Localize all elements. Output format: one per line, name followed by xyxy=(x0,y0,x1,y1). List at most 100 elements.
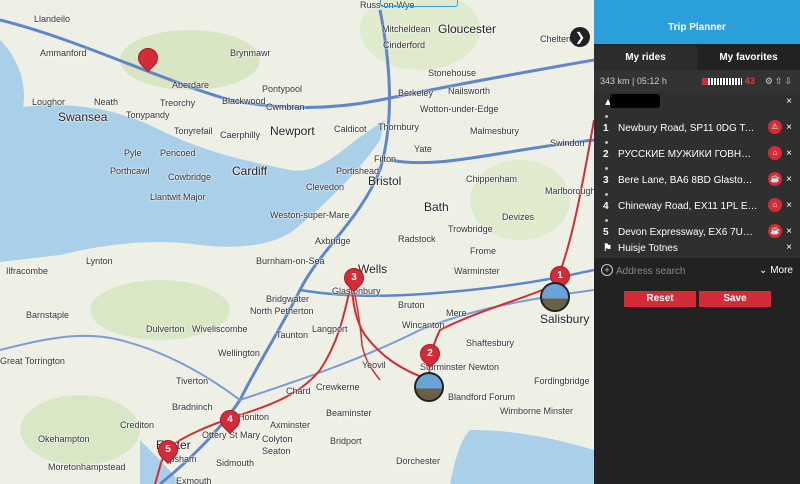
map-label: Newport xyxy=(270,124,315,138)
map-label: Yeovil xyxy=(362,360,386,370)
map-label: Llandeilo xyxy=(34,14,71,24)
chevron-right-icon: ❯ xyxy=(574,30,586,44)
map-label: Honiton xyxy=(238,412,270,422)
map-label: Dorchester xyxy=(396,456,441,466)
photo-marker[interactable] xyxy=(414,372,444,402)
map-label: Yate xyxy=(414,144,432,154)
map-label: Beaminster xyxy=(326,408,372,418)
map-label: Marlborough xyxy=(545,186,594,196)
elevation-value: 43 xyxy=(744,76,755,86)
map-label: Langport xyxy=(312,324,348,334)
map-label: Bruton xyxy=(398,300,425,310)
remove-stop-icon[interactable]: × xyxy=(786,242,792,253)
panel-title: Trip Planner xyxy=(668,22,726,33)
map-label: Exmouth xyxy=(176,476,212,484)
stop-1[interactable]: 1 Newbury Road, SP11 0DG Test … ⚠ × xyxy=(594,118,800,140)
map-label: Pontypool xyxy=(262,84,303,94)
trip-planner-panel: Trip Planner My rides My favorites 343 k… xyxy=(594,0,800,484)
map-label: Seaton xyxy=(262,446,291,456)
map-label: Swindon xyxy=(550,138,585,148)
map-label: Sidmouth xyxy=(216,458,255,468)
map-label: Burnham-on-Sea xyxy=(256,256,325,266)
map-label: Filton xyxy=(374,154,397,164)
hotel-icon[interactable]: ⌂ xyxy=(768,198,782,212)
map-label: Tiverton xyxy=(176,376,209,386)
stop-start[interactable]: ▲ × xyxy=(594,92,800,114)
tab-my-rides[interactable]: My rides xyxy=(594,46,697,70)
map-label: Bradninch xyxy=(172,402,213,412)
map-label: Porthcawl xyxy=(110,166,150,176)
redacted-start-address xyxy=(610,94,660,108)
map-label: Wiveliscombe xyxy=(192,324,248,334)
remove-stop-icon[interactable]: × xyxy=(786,200,792,211)
map-label: Axminster xyxy=(270,420,311,430)
map-top-button[interactable] xyxy=(380,0,458,7)
map-label: Caldicot xyxy=(334,124,367,134)
map-label: Radstock xyxy=(398,234,436,244)
map-label: Tonypandy xyxy=(126,110,170,120)
map-label: Moretonhampstead xyxy=(48,462,126,472)
flag-icon: ⚑ xyxy=(603,243,612,254)
map-label: Pyle xyxy=(124,148,142,158)
map-label: Cowbridge xyxy=(168,172,212,182)
map-label: Cardiff xyxy=(232,164,268,178)
route-tools: ⚙⇧⇩ xyxy=(765,76,794,87)
remove-stop-icon[interactable]: × xyxy=(786,226,792,237)
remove-stop-icon[interactable]: × xyxy=(786,96,792,107)
elevation-bar xyxy=(701,77,742,85)
save-button[interactable]: Save xyxy=(699,291,771,307)
warning-icon[interactable]: ⚠ xyxy=(768,120,782,134)
map-label: Berkeley xyxy=(398,88,434,98)
map-label: Loughor xyxy=(32,97,66,107)
collapse-panel-button[interactable]: ❯ xyxy=(570,27,590,47)
map-label: Salisbury xyxy=(540,312,590,326)
hotel-icon[interactable]: ⌂ xyxy=(768,146,782,160)
map-label: Neath xyxy=(94,97,119,107)
remove-stop-icon[interactable]: × xyxy=(786,174,792,185)
map-label: Bath xyxy=(424,200,449,214)
add-stop-icon[interactable]: + xyxy=(601,264,613,276)
map-label: Bristol xyxy=(368,174,402,188)
map-label: Barnstaple xyxy=(26,310,70,320)
reset-button[interactable]: Reset xyxy=(624,291,696,307)
download-icon[interactable]: ⇩ xyxy=(784,76,794,86)
more-button[interactable]: ⌄ More xyxy=(759,265,793,276)
map-label: Shaftesbury xyxy=(466,338,515,348)
address-search-row: + ⌄ More xyxy=(594,262,800,282)
address-search-input[interactable] xyxy=(616,264,746,278)
map-label: Tonyrefail xyxy=(174,126,213,136)
map-label: Frome xyxy=(470,246,497,256)
map-label: Treorchy xyxy=(160,98,196,108)
food-icon[interactable]: ☕ xyxy=(768,172,782,186)
map-label: Ilfracombe xyxy=(6,266,49,276)
map-label: Clevedon xyxy=(306,182,345,192)
panel-tabs: My rides My favorites xyxy=(594,46,800,70)
food-icon[interactable]: ☕ xyxy=(768,224,782,238)
map-label: Colyton xyxy=(262,434,293,444)
route-stats: 343 km | 05:12 h 43 ⚙⇧⇩ xyxy=(594,70,800,92)
photo-marker[interactable] xyxy=(540,282,570,312)
map-label: Okehampton xyxy=(38,434,90,444)
map-label: Blandford Forum xyxy=(448,392,516,402)
map-label: Wotton-under-Edge xyxy=(420,104,499,114)
stop-2[interactable]: 2 РУССКИЕ МУЖИКИ ГОВНО, 6… ⌂ × xyxy=(594,144,800,166)
map-label: Axbridge xyxy=(315,236,351,246)
map-label: Blackwood xyxy=(222,96,266,106)
stop-3[interactable]: 3 Bere Lane, BA6 8BD Glastonbur… ☕ × xyxy=(594,170,800,192)
route-stops-list: ▲ × 1 Newbury Road, SP11 0DG Test … ⚠ × … xyxy=(594,92,800,258)
map-area[interactable]: Llandeilo Ammanford Aberdare Brynmawr Gl… xyxy=(0,0,594,484)
route-distance: 343 km | 05:12 h xyxy=(600,76,667,86)
map-label: Gloucester xyxy=(438,22,497,36)
map-label: Mitcheldean xyxy=(382,24,431,34)
map-label: Bridgwater xyxy=(266,294,310,304)
stop-destination[interactable]: ⚑ Huisje Totnes × xyxy=(594,238,800,260)
map-label: Wincanton xyxy=(402,320,445,330)
tab-my-favorites[interactable]: My favorites xyxy=(697,46,800,70)
remove-stop-icon[interactable]: × xyxy=(786,148,792,159)
map-label: Crewkerne xyxy=(316,382,360,392)
map-label: Warminster xyxy=(454,266,500,276)
gear-icon[interactable]: ⚙ xyxy=(765,76,775,86)
remove-stop-icon[interactable]: × xyxy=(786,122,792,133)
stop-4[interactable]: 4 Chineway Road, EX11 1PL East… ⌂ × xyxy=(594,196,800,218)
map-label: Aberdare xyxy=(172,80,210,90)
